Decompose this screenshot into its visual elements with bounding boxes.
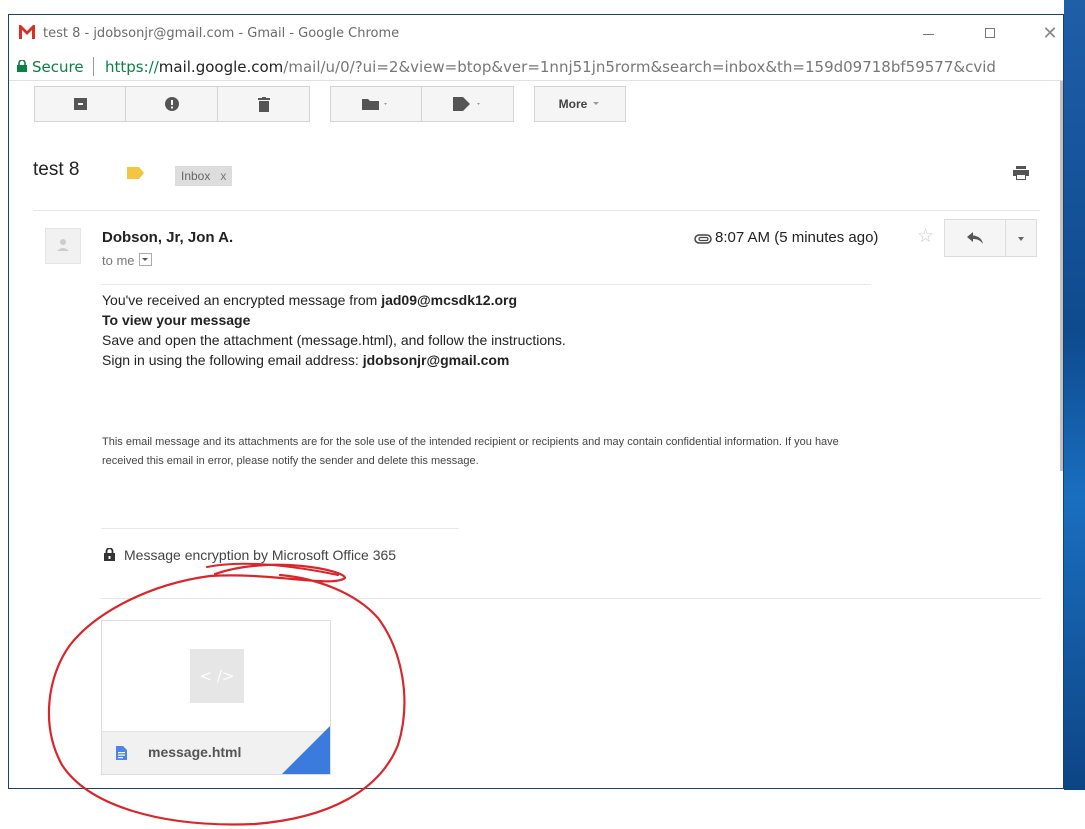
body-line-4-text: Sign in using the following email addres… [102,352,363,368]
tag-icon [452,97,480,111]
important-label-icon[interactable] [127,167,145,179]
attachment-filename[interactable]: message.html [148,744,241,760]
address-separator [93,57,94,76]
recipient-line: to me [102,253,152,268]
maximize-button[interactable] [975,21,1005,45]
vertical-scrollbar[interactable] [1060,81,1063,471]
url-scheme: https:// [105,58,159,76]
email-body: You've received an encrypted message fro… [102,290,566,370]
padlock-icon [104,547,115,561]
secure-label: Secure [32,58,84,76]
sender-avatar[interactable] [45,228,81,264]
code-file-icon: < /> [190,649,244,703]
body-line-4: Sign in using the following email addres… [102,350,566,370]
email-timestamp: 8:07 AM (5 minutes ago) [715,229,879,246]
recipient-text: to me [102,253,135,268]
spam-icon [164,97,179,111]
report-spam-button[interactable] [126,86,218,122]
body-line-3: Save and open the attachment (message.ht… [102,332,566,348]
move-to-button[interactable] [330,86,422,122]
chevron-down-icon [593,102,600,105]
move-label-group [330,86,514,122]
attachment-fold-corner [282,726,330,774]
title-bar: test 8 - jdobsonjr@gmail.com - Gmail - G… [9,15,1063,53]
reply-icon [967,232,983,244]
encryption-note-text: Message encryption by Microsoft Office 3… [124,547,397,563]
subject-row: test 8 Inbox x [33,158,1041,200]
inbox-label-chip[interactable]: Inbox x [175,166,233,186]
labels-button[interactable] [422,86,514,122]
attachment-card[interactable]: < /> message.html [101,620,331,775]
header-divider [101,284,871,285]
body-line-1-text: You've received an encrypted message fro… [102,292,382,308]
disclaimer-divider [101,528,459,529]
desktop-bottom-area [0,790,1085,829]
address-bar[interactable]: Secure https://mail.google.com/mail/u/0/… [9,53,1063,81]
inbox-label-text: Inbox [181,169,211,183]
email-subject: test 8 [33,159,80,180]
gmail-logo-icon [19,25,35,39]
delete-button[interactable] [218,86,310,122]
chrome-popup-window: test 8 - jdobsonjr@gmail.com - Gmail - G… [8,14,1064,789]
print-icon[interactable] [1013,166,1029,180]
remove-label-button[interactable]: x [220,169,226,183]
url-text[interactable]: https://mail.google.com/mail/u/0/?ui=2&v… [105,58,996,76]
sender-name[interactable]: Dobson, Jr, Jon A. [102,229,233,246]
recipient-email-link[interactable]: jdobsonjr@gmail.com [363,352,510,368]
window-title: test 8 - jdobsonjr@gmail.com - Gmail - G… [43,26,400,41]
sender-email-link[interactable]: jad09@mcsdk12.org [381,292,517,308]
encryption-note: Message encryption by Microsoft Office 3… [104,547,396,563]
more-options-button[interactable] [1005,219,1037,257]
attachments-divider [101,598,1041,599]
more-button[interactable]: More [534,86,626,122]
lock-icon [17,60,27,72]
folder-icon [362,99,387,110]
action-group [34,86,310,122]
star-icon[interactable]: ☆ [917,225,934,248]
trash-icon [257,96,270,112]
confidentiality-disclaimer: This email message and its attachments a… [102,436,839,467]
minimize-button[interactable] [914,21,944,45]
recipient-details-dropdown[interactable] [138,253,152,266]
reply-button[interactable] [944,219,1006,257]
body-line-2: To view your message [102,312,251,328]
archive-icon [73,98,87,110]
archive-button[interactable] [34,86,126,122]
more-label: More [558,97,588,111]
document-icon [116,746,127,760]
subject-divider [33,210,1040,211]
url-host: mail.google.com [158,58,284,76]
person-icon [57,239,69,251]
desktop-background [1064,0,1085,829]
more-group: More [534,86,626,122]
body-line-1: You've received an encrypted message fro… [102,290,566,310]
close-window-button[interactable]: ✕ [1035,21,1063,45]
url-path: /mail/u/0/?ui=2&view=btop&ver=1nnj51jn5r… [283,58,996,76]
paperclip-icon [694,234,712,244]
